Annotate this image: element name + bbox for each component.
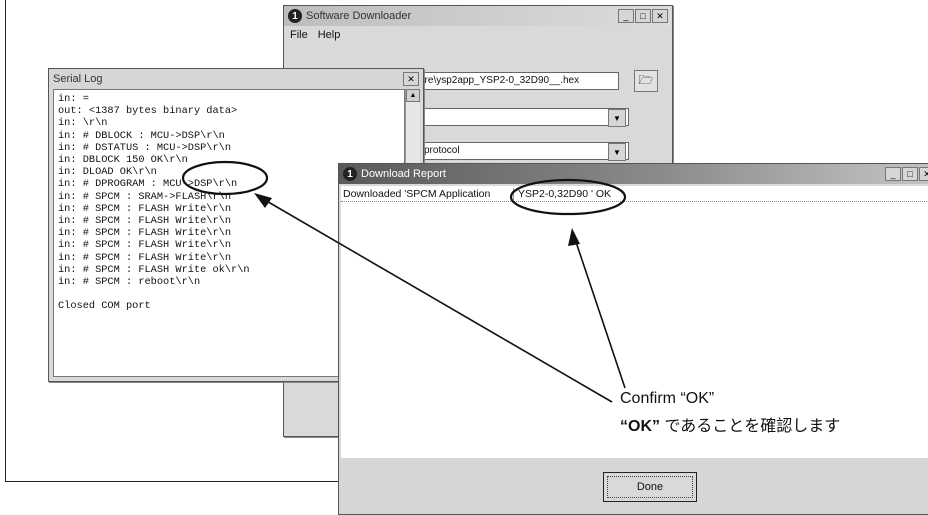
arrow-head-report bbox=[568, 228, 580, 246]
annotation-japanese: “OK” であることを確認します bbox=[620, 412, 840, 436]
annotation-english: Confirm “OK” bbox=[620, 390, 715, 407]
report-ok-highlight-ellipse bbox=[509, 178, 627, 216]
arrow-to-log bbox=[257, 195, 613, 403]
arrow-head-log bbox=[254, 193, 272, 208]
arrow-to-report bbox=[573, 235, 626, 389]
annotation-ja-rest: であることを確認します bbox=[664, 418, 841, 435]
log-ok-highlight-ellipse bbox=[181, 160, 269, 196]
annotation-text: Confirm “OK” “OK” であることを確認します bbox=[620, 390, 840, 436]
annotation-ok-quote: “OK” bbox=[620, 418, 660, 435]
